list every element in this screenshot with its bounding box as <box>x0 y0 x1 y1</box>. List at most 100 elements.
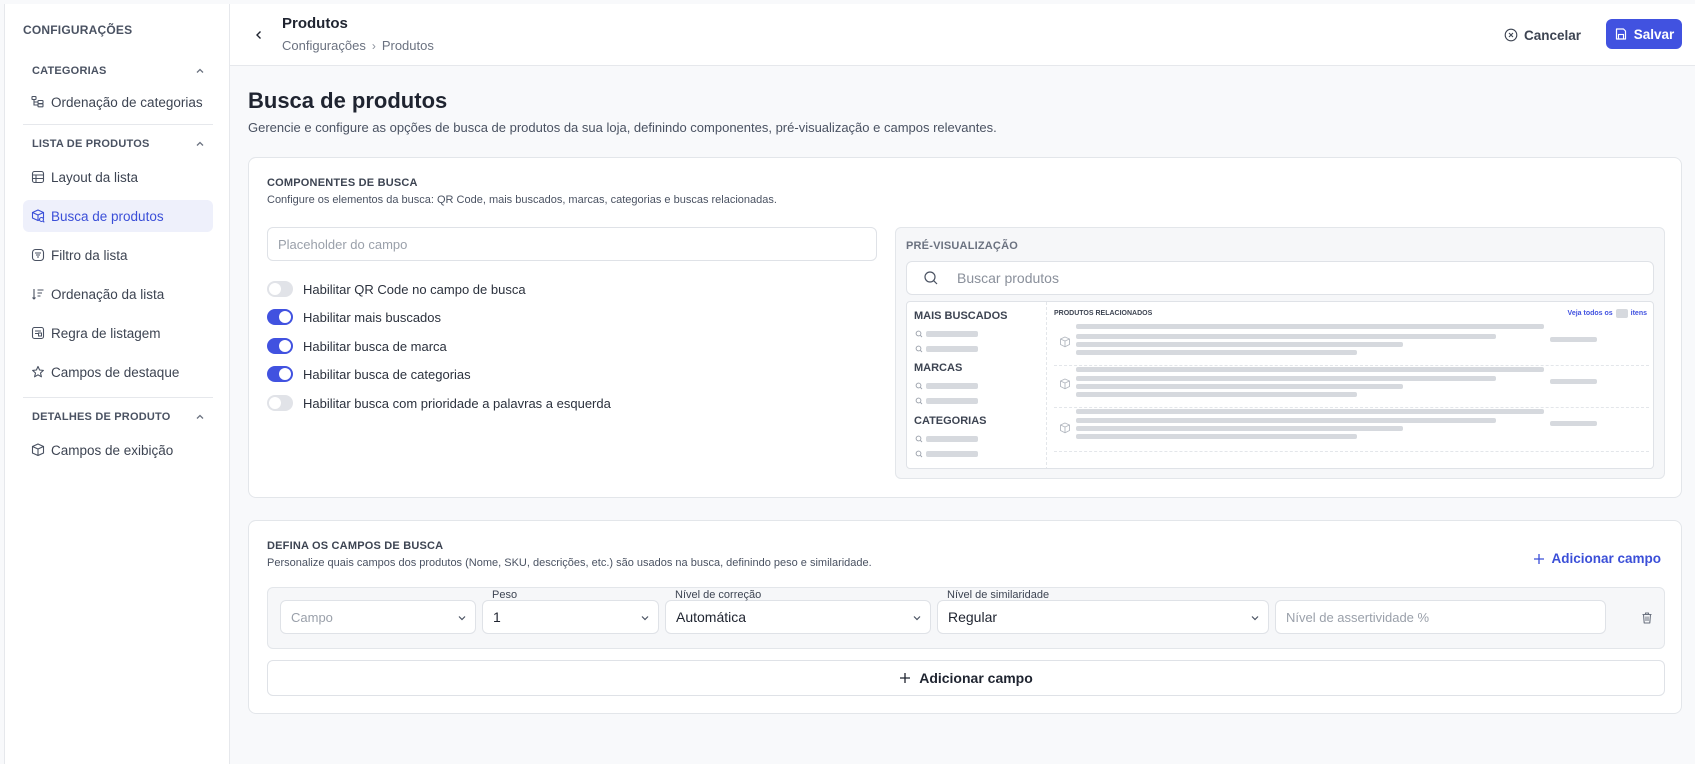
hierarchy-icon <box>31 95 44 108</box>
sidebar-item-label: Ordenação da lista <box>51 286 165 302</box>
sidebar-item-regra-listagem[interactable]: Regra de listagem <box>23 317 213 349</box>
chevron-down-icon <box>913 616 921 621</box>
sidebar-item-ordenacao-categorias[interactable]: Ordenação de categorias <box>23 86 213 118</box>
sidebar-item-label: Layout da lista <box>51 169 139 185</box>
preview-brands: MARCAS <box>914 362 963 374</box>
preview-related-title: PRODUTOS RELACIONADOS <box>1054 310 1153 317</box>
toggle-row-categorias: Habilitar busca de categorias <box>267 364 471 384</box>
preview-product-row <box>1054 364 1649 408</box>
sidebar-item-label: Busca de produtos <box>51 208 164 224</box>
app-root: CONFIGURAÇÕES CATEGORIAS Ordenação de ca… <box>0 0 1695 764</box>
back-button[interactable] <box>250 26 268 44</box>
toggle-row-marca: Habilitar busca de marca <box>267 336 447 356</box>
most-searched-toggle[interactable] <box>267 309 293 325</box>
divider <box>23 124 213 125</box>
search-fields-card: DEFINA OS CAMPOS DE BUSCA Personalize qu… <box>248 520 1682 714</box>
search-icon <box>915 435 923 443</box>
sidebar-item-label: Ordenação de categorias <box>51 94 203 110</box>
similarity-level-label: Nível de similaridade <box>947 589 1050 601</box>
preview-most-searched: MAIS BUSCADOS <box>914 310 1008 322</box>
assertiveness-input[interactable]: Nível de assertividade % <box>1275 600 1606 634</box>
preview-label: PRÉ-VISUALIZAÇÃO <box>906 240 1018 252</box>
toggle-label: Habilitar busca com prioridade a palavra… <box>303 395 611 411</box>
divider <box>23 397 213 398</box>
toggle-row-qrcode: Habilitar QR Code no campo de busca <box>267 279 526 299</box>
card-title: COMPONENTES DE BUSCA <box>267 177 418 189</box>
placeholder-line <box>915 330 978 338</box>
search-icon <box>924 271 938 285</box>
filter-icon <box>31 248 45 262</box>
preview-see-all: Veja todos os itens <box>1568 309 1647 318</box>
card-title: DEFINA OS CAMPOS DE BUSCA <box>267 540 444 552</box>
breadcrumb: Configurações › Produtos <box>282 38 434 53</box>
card-subtitle: Configure os elementos da busca: QR Code… <box>267 194 777 206</box>
chevron-left-icon <box>256 31 261 39</box>
add-field-link[interactable]: Adicionar campo <box>1533 551 1661 566</box>
search-icon <box>915 382 923 390</box>
page-header: Produtos Configurações › Produtos Cancel… <box>230 4 1695 66</box>
cancel-label: Cancelar <box>1524 27 1582 43</box>
field-select[interactable]: Campo <box>280 600 476 634</box>
weight-select[interactable]: Peso 1 <box>482 589 659 634</box>
breadcrumb-item: Produtos <box>381 38 434 53</box>
sidebar-title: CONFIGURAÇÕES <box>23 23 133 37</box>
see-all-prefix: Veja todos os <box>1567 310 1613 317</box>
count-chip <box>1615 309 1628 318</box>
category-search-toggle[interactable] <box>267 366 293 382</box>
chevron-up-icon <box>195 66 205 76</box>
star-icon <box>32 365 44 378</box>
table-icon <box>31 170 45 184</box>
assertiveness-placeholder: Nível de assertividade % <box>1286 609 1430 625</box>
section-label: DETALHES DE PRODUTO <box>32 411 171 423</box>
search-field-row: Campo Peso 1 Nível de correção Automátic… <box>267 587 1665 649</box>
left-priority-toggle[interactable] <box>267 395 293 411</box>
placeholder-line <box>915 345 978 353</box>
add-field-link-label: Adicionar campo <box>1551 551 1661 566</box>
cube-icon <box>31 443 45 457</box>
sidebar-item-label: Campos de exibição <box>51 442 174 458</box>
section-detalhes-produto-toggle[interactable]: DETALHES DE PRODUTO <box>23 407 213 427</box>
qrcode-toggle[interactable] <box>267 281 293 297</box>
placeholder-input[interactable]: Placeholder do campo <box>267 227 877 261</box>
section-categorias-toggle[interactable]: CATEGORIAS <box>23 61 213 81</box>
similarity-level-select[interactable]: Nível de similaridade Regular <box>937 589 1269 634</box>
search-icon <box>915 330 923 338</box>
weight-value: 1 <box>493 609 501 625</box>
sidebar-item-ordenacao-lista[interactable]: Ordenação da lista <box>23 278 213 310</box>
breadcrumb-item[interactable]: Configurações <box>282 38 366 53</box>
placeholder-line <box>915 450 978 458</box>
placeholder-line <box>915 435 978 443</box>
plus-icon <box>900 673 911 683</box>
preview-search-input: Buscar produtos <box>906 261 1654 295</box>
sidebar-item-filtro-lista[interactable]: Filtro da lista <box>23 239 213 271</box>
search-preview: PRÉ-VISUALIZAÇÃO Buscar produtos MAIS BU… <box>895 227 1665 479</box>
preview-categories: CATEGORIAS <box>914 415 987 427</box>
chevron-up-icon <box>195 139 205 149</box>
brand-search-toggle[interactable] <box>267 338 293 354</box>
chevron-down-icon <box>641 616 649 621</box>
chevron-right-icon: › <box>371 38 376 53</box>
sidebar-item-label: Filtro da lista <box>51 247 128 263</box>
add-field-button[interactable]: Adicionar campo <box>267 660 1665 696</box>
sidebar-item-label: Campos de destaque <box>51 364 180 380</box>
cancel-button[interactable]: Cancelar <box>1504 20 1581 50</box>
trash-icon[interactable] <box>1640 611 1654 625</box>
placeholder-text: Placeholder do campo <box>278 236 408 252</box>
chevron-down-icon <box>1251 616 1259 621</box>
preview-dropdown: MAIS BUSCADOS MARCAS CATEGORIAS PRODUTOS… <box>906 301 1654 469</box>
sidebar-item-campos-destaque[interactable]: Campos de destaque <box>23 356 213 388</box>
page-description: Gerencie e configure as opções de busca … <box>248 120 997 135</box>
preview-product-row <box>1054 408 1649 452</box>
search-components-card: COMPONENTES DE BUSCA Configure os elemen… <box>248 157 1682 498</box>
correction-level-select[interactable]: Nível de correção Automática <box>665 589 931 634</box>
chevron-down-icon <box>458 616 466 621</box>
save-label: Salvar <box>1633 26 1675 42</box>
sidebar-item-campos-exibicao[interactable]: Campos de exibição <box>23 434 213 466</box>
section-lista-produtos-toggle[interactable]: LISTA DE PRODUTOS <box>23 134 213 154</box>
save-button[interactable]: Salvar <box>1606 19 1682 49</box>
chevron-up-icon <box>195 412 205 422</box>
sidebar-item-layout-lista[interactable]: Layout da lista <box>23 161 213 193</box>
sidebar: CONFIGURAÇÕES CATEGORIAS Ordenação de ca… <box>4 4 230 764</box>
sidebar-item-busca-produtos[interactable]: Busca de produtos <box>23 200 213 232</box>
cube-icon <box>1060 422 1070 434</box>
